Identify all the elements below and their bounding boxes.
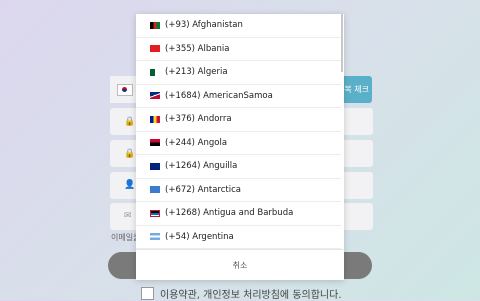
country-list[interactable]: (+93) Afghanistan (+355) Albania (+213) … (136, 14, 341, 249)
cancel-button[interactable]: 취소 (136, 249, 344, 280)
country-item-andorra[interactable]: (+376) Andorra (136, 108, 341, 132)
country-label: (+93) Afghanistan (165, 20, 243, 31)
country-label: (+1268) Antigua and Barbuda (165, 208, 294, 219)
country-label: (+213) Algeria (165, 67, 228, 78)
country-item-antarctica[interactable]: (+672) Antarctica (136, 179, 341, 202)
antarctica-flag-icon (150, 186, 160, 194)
albania-flag-icon (150, 45, 160, 53)
country-item-anguilla[interactable]: (+1264) Anguilla (136, 155, 341, 179)
terms-checkbox[interactable] (141, 287, 154, 300)
country-item-argentina[interactable]: (+54) Argentina (136, 226, 341, 249)
korea-flag-icon (117, 83, 133, 96)
terms-label: 이용약관, 개인정보 처리방침에 동의합니다. (160, 290, 342, 301)
andorra-flag-icon (150, 115, 160, 123)
algeria-flag-icon (150, 68, 160, 76)
country-item-american-samoa[interactable]: (+1684) AmericanSamoa (136, 85, 341, 108)
argentina-flag-icon (150, 233, 160, 241)
country-item-algeria[interactable]: (+213) Algeria (136, 61, 341, 85)
country-label: (+376) Andorra (165, 114, 232, 125)
country-code-dialog: (+93) Afghanistan (+355) Albania (+213) … (136, 14, 344, 280)
country-label: (+1264) Anguilla (165, 161, 238, 172)
duplicate-check-label: 복 체크 (344, 85, 369, 94)
anguilla-flag-icon (150, 162, 160, 170)
angola-flag-icon (150, 139, 160, 147)
antigua-and-barbuda-flag-icon (150, 209, 160, 217)
cancel-label: 취소 (232, 260, 248, 270)
afghanistan-flag-icon (150, 21, 160, 29)
country-label: (+355) Albania (165, 43, 230, 54)
country-label: (+54) Argentina (165, 231, 234, 242)
country-item-angola[interactable]: (+244) Angola (136, 132, 341, 155)
person-icon: 👤 (124, 180, 136, 190)
duplicate-check-button[interactable]: 복 체크 (340, 76, 372, 103)
country-label: (+672) Antarctica (165, 184, 241, 195)
american-samoa-flag-icon (150, 92, 160, 100)
lock-check-icon: 🔒 (124, 149, 136, 159)
country-item-albania[interactable]: (+355) Albania (136, 38, 341, 61)
list-scrollbar[interactable] (341, 14, 343, 72)
mail-icon: ✉ (124, 211, 132, 221)
country-label: (+244) Angola (165, 137, 228, 148)
terms-agreement[interactable]: 이용약관, 개인정보 처리방침에 동의합니다. (141, 286, 342, 301)
lock-icon: 🔒 (124, 117, 136, 127)
country-item-antigua-and-barbuda[interactable]: (+1268) Antigua and Barbuda (136, 202, 341, 226)
country-label: (+1684) AmericanSamoa (165, 90, 273, 101)
country-item-afghanistan[interactable]: (+93) Afghanistan (136, 14, 341, 38)
